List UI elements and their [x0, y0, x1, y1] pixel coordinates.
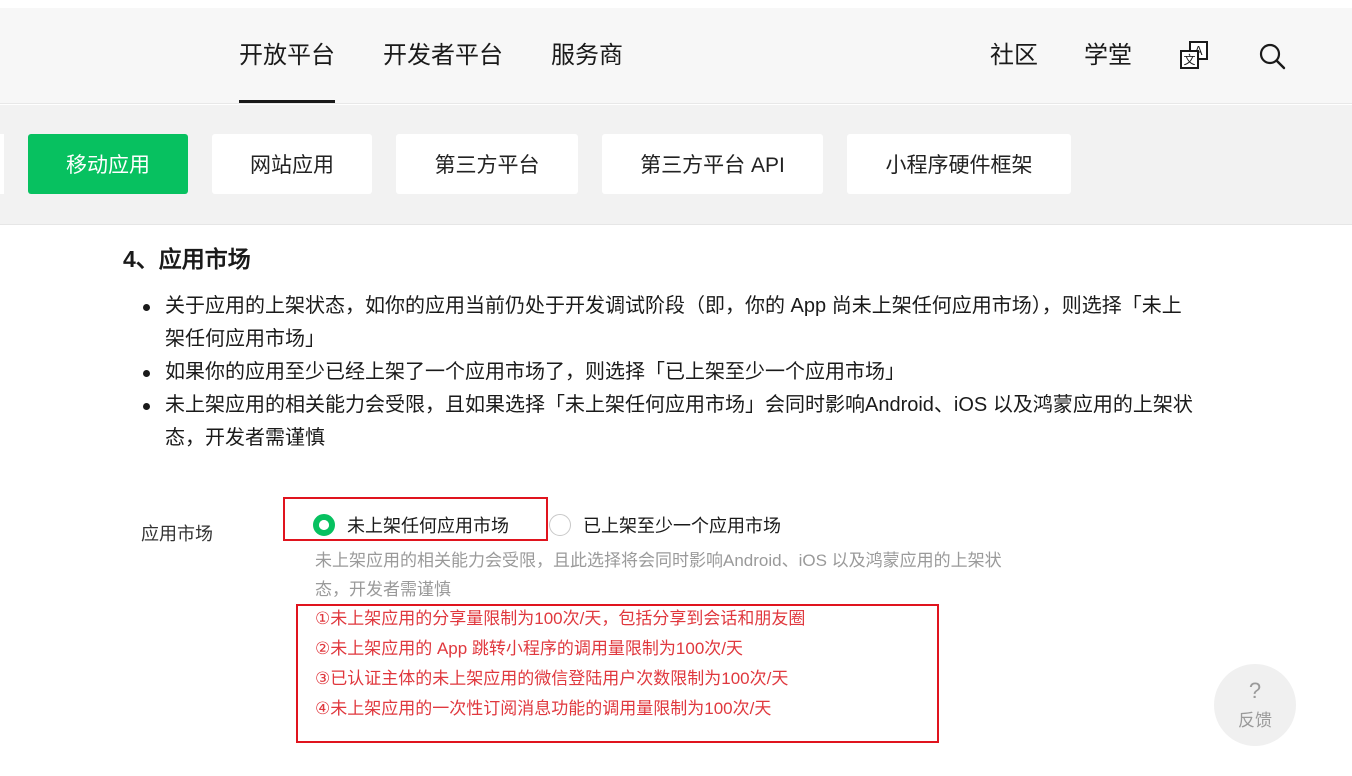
feedback-label: 反馈 — [1238, 710, 1272, 730]
question-icon: ? — [1248, 677, 1262, 703]
search-icon[interactable] — [1256, 40, 1288, 72]
radio-label: 已上架至少一个应用市场 — [583, 516, 781, 536]
bullet-item: 如果你的应用至少已经上架了一个应用市场了，则选择「已上架至少一个应用市场」 — [140, 356, 1200, 389]
section-title: 4、应用市场 — [123, 246, 251, 272]
field-hint: 未上架应用的相关能力会受限，且此选择将会同时影响Android、iOS 以及鸿蒙… — [315, 551, 1002, 599]
nav-developer-platform[interactable]: 开发者平台 — [383, 38, 503, 74]
radio-listed[interactable]: 已上架至少一个应用市场 — [549, 512, 781, 538]
nav-open-platform[interactable]: 开放平台 — [239, 38, 335, 103]
top-nav-bar: 开放平台 开发者平台 服务商 社区 学堂 A 文 — [0, 0, 1352, 104]
tab-mini-program-hardware[interactable]: 小程序硬件框架 — [847, 134, 1071, 194]
primary-nav: 开放平台 开发者平台 服务商 — [239, 38, 623, 103]
secondary-nav: 社区 学堂 A 文 — [990, 38, 1288, 74]
product-tab-bar: 移动应用 网站应用 第三方平台 第三方平台 API 小程序硬件框架 — [0, 105, 1352, 225]
bullet-list: 关于应用的上架状态，如你的应用当前仍处于开发调试阶段（即，你的 App 尚未上架… — [140, 290, 1200, 455]
svg-text:文: 文 — [1183, 52, 1195, 67]
tab-third-party-platform[interactable]: 第三方平台 — [396, 134, 578, 194]
highlight-box-notes — [296, 604, 939, 743]
field-label-app-market: 应用市场 — [141, 524, 213, 544]
feedback-button[interactable]: ? 反馈 — [1214, 664, 1296, 746]
bullet-item: 关于应用的上架状态，如你的应用当前仍处于开发调试阶段（即，你的 App 尚未上架… — [140, 290, 1200, 356]
tab-website-app[interactable]: 网站应用 — [212, 134, 372, 194]
translate-icon[interactable]: A 文 — [1178, 40, 1210, 72]
top-strip — [0, 0, 1352, 8]
tab-prev-edge[interactable] — [0, 134, 4, 194]
tab-mobile-app[interactable]: 移动应用 — [28, 134, 188, 194]
nav-service-provider[interactable]: 服务商 — [551, 38, 623, 74]
nav-academy[interactable]: 学堂 — [1084, 38, 1132, 74]
nav-community[interactable]: 社区 — [990, 38, 1038, 74]
radio-unchecked-icon — [549, 514, 571, 536]
tab-third-party-api[interactable]: 第三方平台 API — [602, 134, 823, 194]
bullet-item: 未上架应用的相关能力会受限，且如果选择「未上架任何应用市场」会同时影响Andro… — [140, 389, 1200, 455]
highlight-box-radio — [283, 497, 548, 541]
